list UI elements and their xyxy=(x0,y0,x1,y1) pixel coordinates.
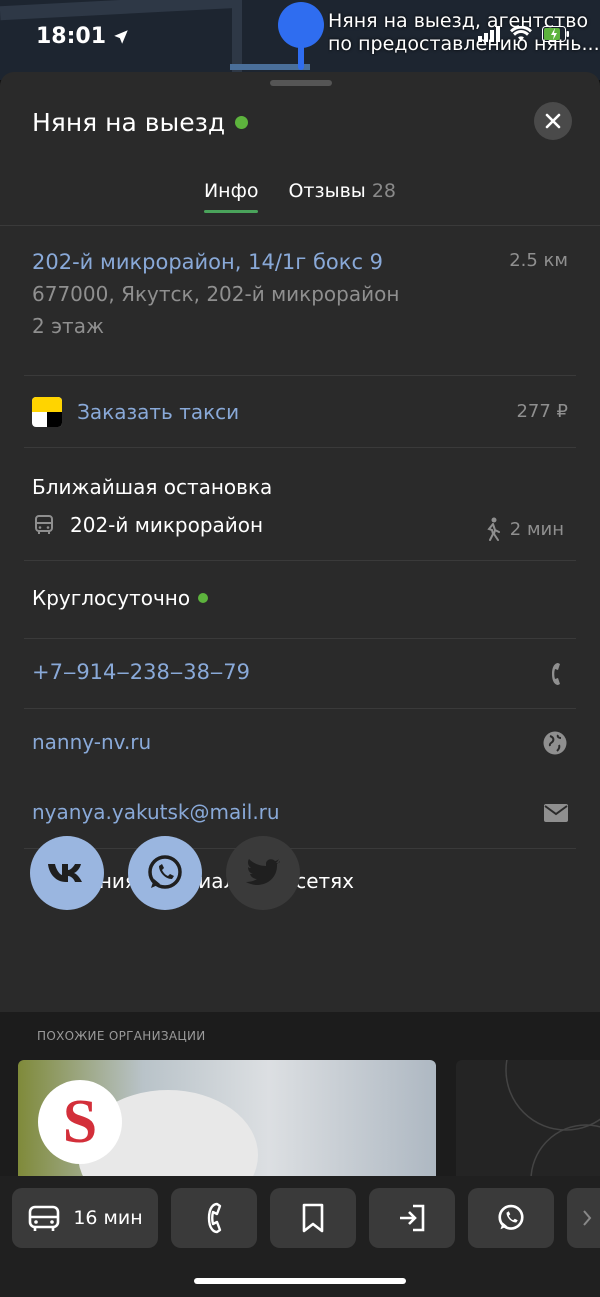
vk-button[interactable] xyxy=(30,836,104,910)
similar-card[interactable]: S xyxy=(18,1060,436,1180)
phone-icon xyxy=(207,1202,222,1234)
website-row[interactable]: nanny-nv.ru xyxy=(32,730,576,756)
whatsapp-action-button[interactable] xyxy=(468,1188,554,1248)
call-button[interactable] xyxy=(171,1188,257,1248)
bus-icon xyxy=(35,515,53,534)
mail-icon[interactable] xyxy=(544,804,568,822)
globe-icon[interactable] xyxy=(542,730,568,756)
entrance-icon xyxy=(400,1204,425,1232)
walking-person-icon xyxy=(487,517,500,541)
website-link[interactable]: nanny-nv.ru xyxy=(32,730,151,754)
similar-title: ПОХОЖИЕ ОРГАНИЗАЦИИ xyxy=(37,1029,206,1043)
open-status-dot xyxy=(235,116,249,129)
bottom-action-bar: 16 мин xyxy=(0,1176,600,1297)
card-map-pattern xyxy=(505,1060,600,1180)
status-time: 18:01 xyxy=(36,24,130,49)
taxi-price: 277 ₽ xyxy=(516,401,568,422)
chevron-right-icon xyxy=(583,1210,592,1226)
sheet-drag-handle[interactable] xyxy=(270,80,332,86)
phone-row[interactable]: +7‒914‒238‒38‒79 xyxy=(32,660,576,686)
route-button[interactable]: 16 мин xyxy=(12,1188,158,1248)
yandex-taxi-icon xyxy=(32,397,62,427)
email-row[interactable]: nyanya.yakutsk@mail.ru xyxy=(32,800,576,824)
entrance-button[interactable] xyxy=(369,1188,455,1248)
place-title: Няня на выезд xyxy=(32,108,249,137)
phone-link[interactable]: +7‒914‒238‒38‒79 xyxy=(32,660,250,684)
walk-time: 2 мин xyxy=(484,517,564,541)
whatsapp-icon xyxy=(498,1204,524,1230)
address-block[interactable]: 202-й микрорайон, 14/1г бокс 9 2.5 км 67… xyxy=(32,250,576,338)
divider xyxy=(24,375,576,376)
close-icon xyxy=(545,113,561,129)
divider xyxy=(24,447,576,448)
close-button[interactable] xyxy=(534,102,572,140)
tab-info[interactable]: Инфо xyxy=(203,176,258,225)
tab-reviews[interactable]: Отзывы 28 xyxy=(288,176,396,225)
bookmark-icon xyxy=(302,1203,324,1233)
route-time: 16 мин xyxy=(73,1207,143,1229)
phone-icon[interactable] xyxy=(548,662,564,686)
wifi-icon xyxy=(510,26,532,41)
taxi-row[interactable]: Заказать такси 277 ₽ xyxy=(32,397,576,433)
whatsapp-icon xyxy=(148,855,182,889)
company-logo: S xyxy=(38,1080,122,1164)
open-now-dot xyxy=(198,593,209,603)
signal-icon xyxy=(478,26,500,42)
status-icons xyxy=(478,26,570,42)
battery-charging-icon xyxy=(542,26,569,42)
hours-label: Круглосуточно xyxy=(32,586,191,610)
nearest-stop-title: Ближайшая остановка xyxy=(32,475,273,499)
bookmark-button[interactable] xyxy=(270,1188,356,1248)
stop-name: 202-й микрорайон xyxy=(70,513,264,537)
divider xyxy=(24,638,576,639)
order-taxi-link[interactable]: Заказать такси xyxy=(77,400,239,424)
whatsapp-button[interactable] xyxy=(128,836,202,910)
email-link[interactable]: nyanya.yakutsk@mail.ru xyxy=(32,800,280,824)
social-links xyxy=(30,836,300,910)
address-floor: 2 этаж xyxy=(32,314,104,338)
address-street[interactable]: 202-й микрорайон, 14/1г бокс 9 xyxy=(32,250,576,274)
twitter-icon xyxy=(246,859,280,885)
tab-bar: Инфо Отзывы 28 xyxy=(0,176,600,226)
home-indicator[interactable] xyxy=(194,1278,406,1284)
nearest-stop-block[interactable]: Ближайшая остановка 202-й микрорайон 2 м… xyxy=(32,475,576,541)
divider xyxy=(24,560,576,561)
twitter-button[interactable] xyxy=(226,836,300,910)
address-distance: 2.5 км xyxy=(509,250,568,271)
address-postal: 677000, Якутск, 202-й микрорайон xyxy=(32,282,400,306)
reviews-count: 28 xyxy=(371,180,397,202)
divider xyxy=(24,708,576,709)
more-actions-button[interactable] xyxy=(567,1188,600,1248)
location-arrow-icon xyxy=(114,29,128,44)
car-icon xyxy=(29,1205,60,1231)
vk-icon xyxy=(48,864,82,882)
hours-row[interactable]: Круглосуточно xyxy=(32,586,576,610)
map-pin-tail xyxy=(298,40,304,70)
similar-card[interactable] xyxy=(456,1060,600,1180)
